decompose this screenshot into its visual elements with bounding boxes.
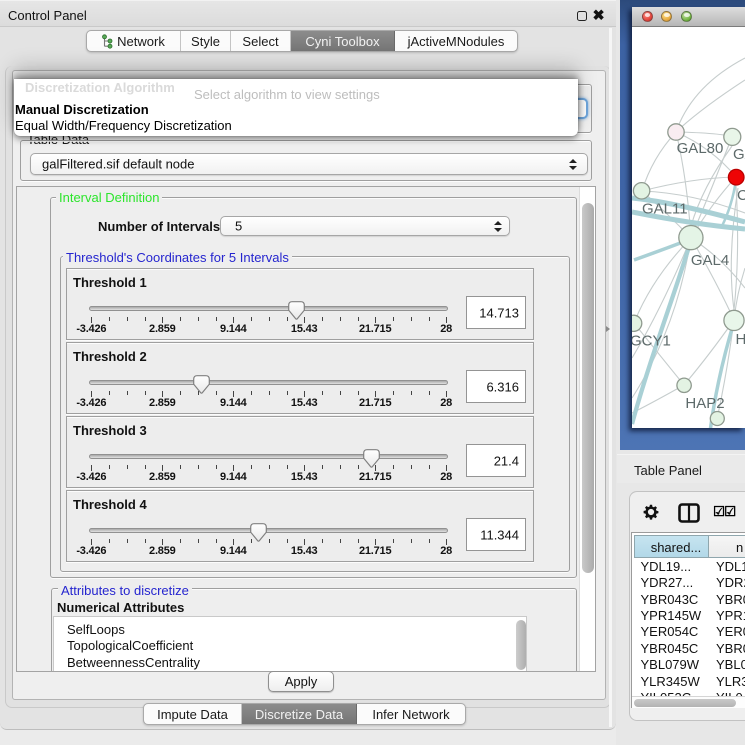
svg-text:GAL4: GAL4 [691, 252, 729, 269]
svg-text:GA: GA [733, 146, 745, 163]
svg-text:HAP2: HAP2 [685, 395, 724, 412]
svg-text:GCY1: GCY1 [632, 333, 671, 350]
svg-text:GAL11: GAL11 [642, 201, 688, 218]
svg-text:CY: CY [737, 187, 745, 204]
svg-text:HA: HA [736, 331, 745, 348]
svg-text:GAL80: GAL80 [677, 140, 724, 157]
